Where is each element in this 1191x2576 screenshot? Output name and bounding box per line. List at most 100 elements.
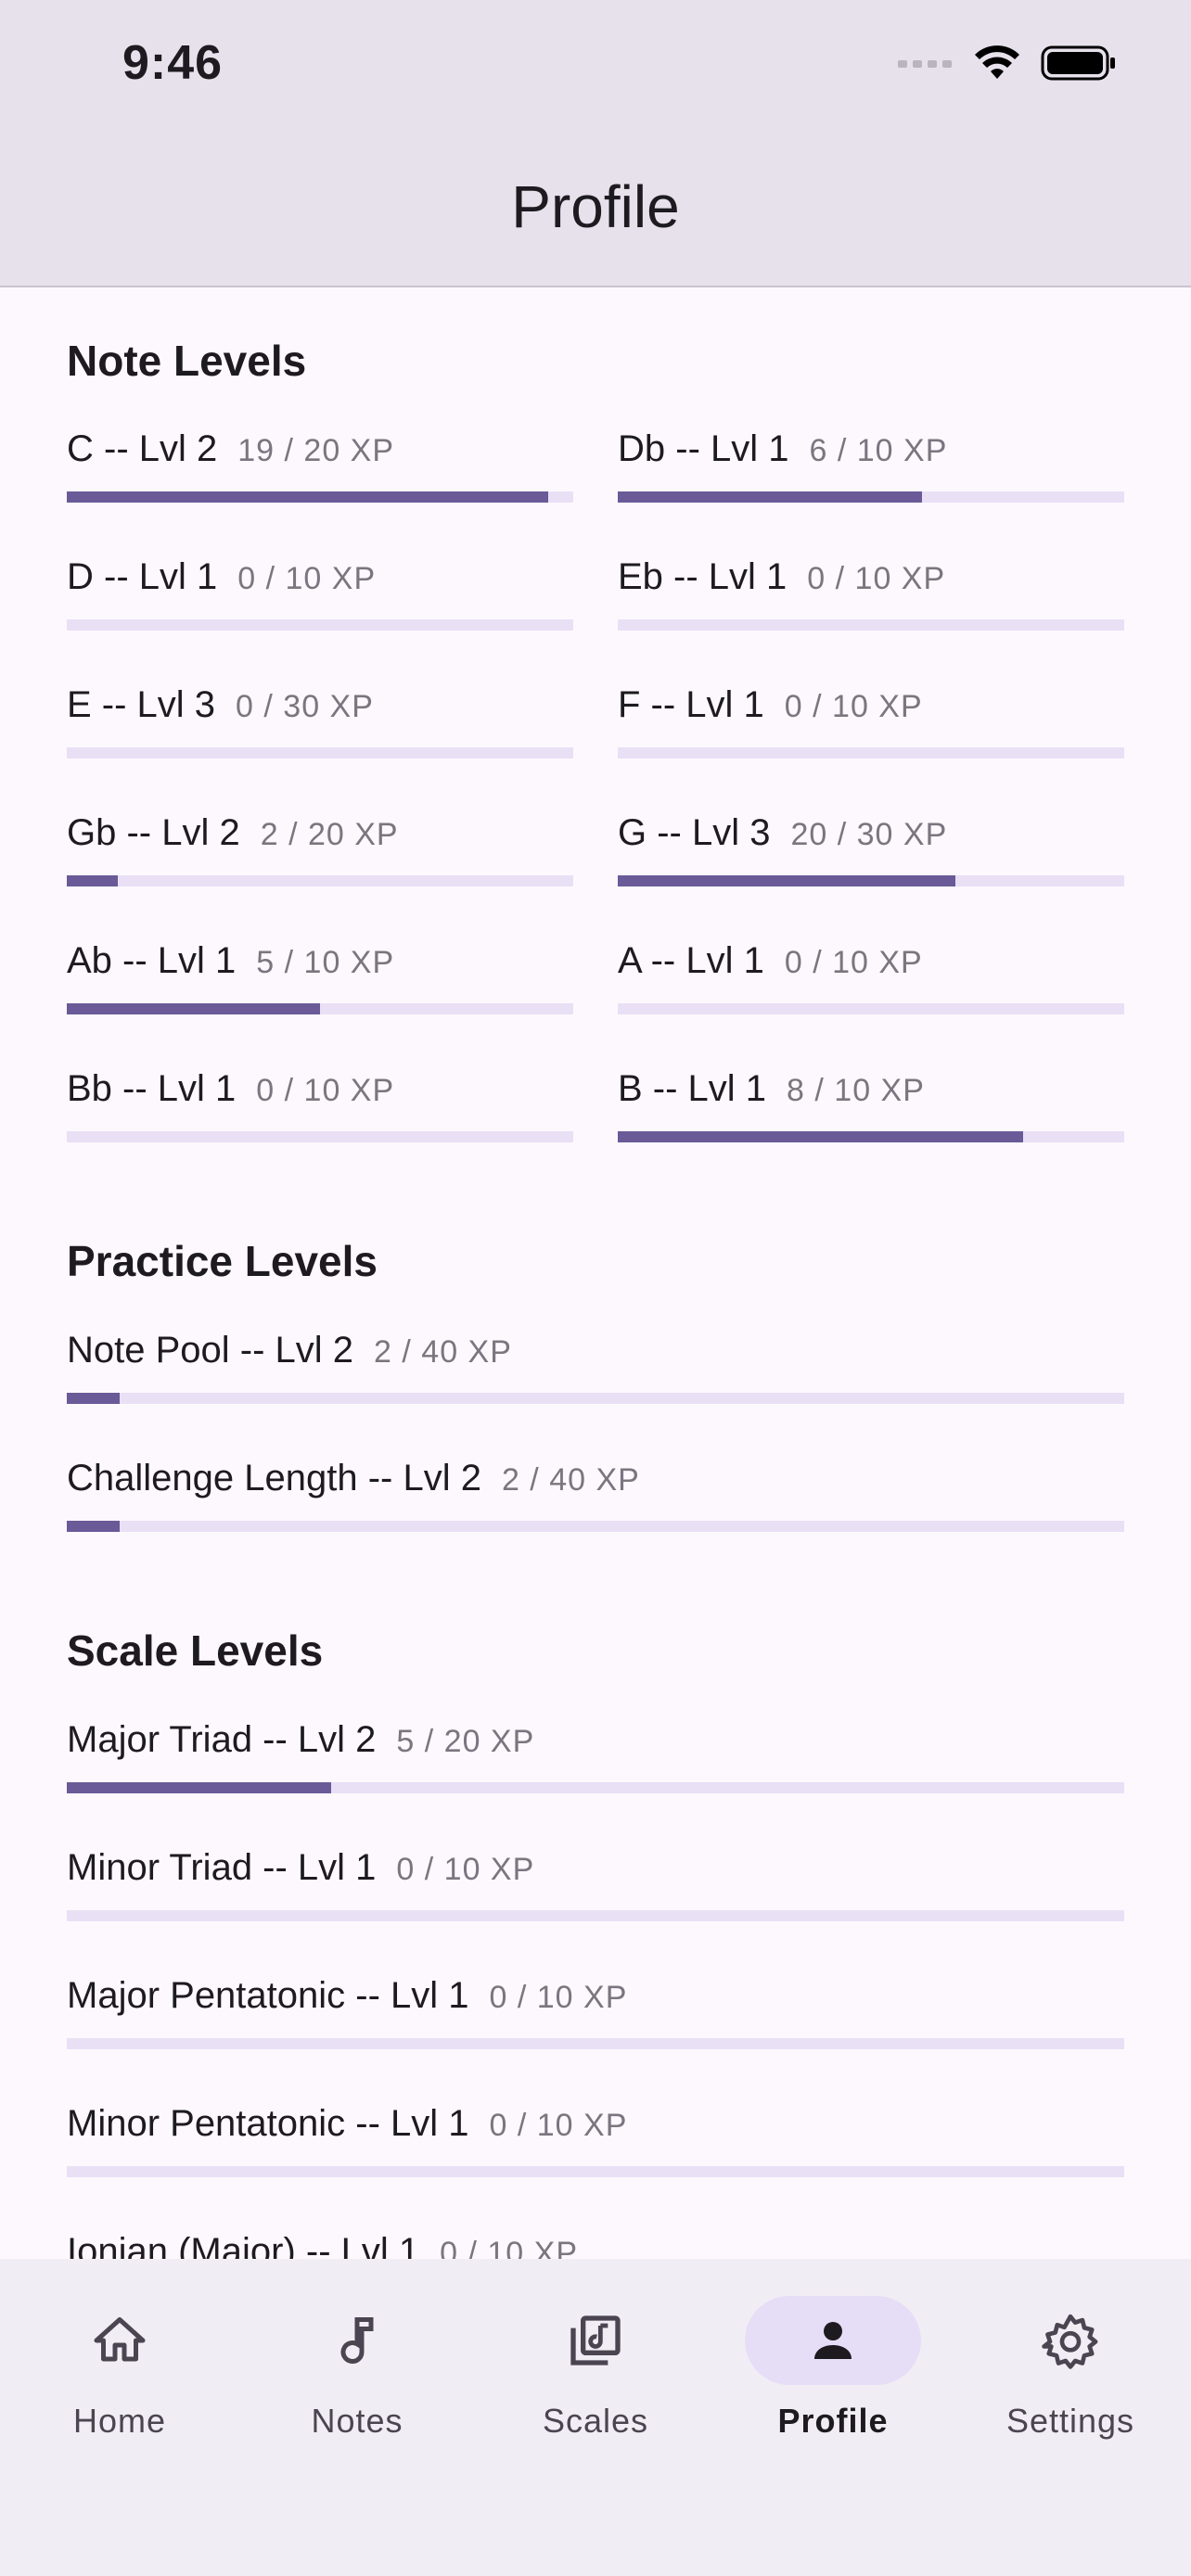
level-item: C -- Lvl 2 19 / 20 XP [67, 428, 573, 521]
level-xp: 0 / 10 XP [440, 2236, 578, 2259]
level-label: Major Pentatonic -- Lvl 1 [67, 1975, 469, 2016]
nav-notes-label: Notes [311, 2402, 403, 2440]
progress-bar [67, 2166, 1124, 2177]
level-xp: 8 / 10 XP [787, 1073, 925, 1108]
nav-profile-label: Profile [777, 2402, 889, 2440]
level-xp: 5 / 10 XP [256, 945, 395, 980]
gear-icon [1042, 2314, 1098, 2369]
level-xp: 0 / 10 XP [784, 945, 923, 980]
progress-bar [67, 2038, 1124, 2049]
nav-settings[interactable]: Settings [978, 2296, 1163, 2441]
progress-bar [67, 1782, 1124, 1793]
level-item: Gb -- Lvl 2 2 / 20 XP [67, 812, 573, 905]
app-bar: Profile [0, 139, 1191, 287]
level-item: Major Triad -- Lvl 2 5 / 20 XP [67, 1719, 1124, 1812]
level-xp: 2 / 40 XP [501, 1462, 640, 1498]
level-label: C -- Lvl 2 [67, 428, 218, 469]
nav-profile-indicator [745, 2296, 921, 2385]
level-item: A -- Lvl 1 0 / 10 XP [618, 940, 1124, 1033]
progress-bar [618, 875, 1124, 886]
profile-content[interactable]: Note Levels C -- Lvl 2 19 / 20 XP Db -- Lv… [0, 287, 1191, 2259]
nav-home-label: Home [72, 2402, 167, 2440]
level-xp: 0 / 10 XP [489, 2108, 628, 2143]
level-item: Minor Pentatonic -- Lvl 1 0 / 10 XP [67, 2103, 1124, 2196]
level-label: A -- Lvl 1 [618, 940, 764, 981]
level-label: Ab -- Lvl 1 [67, 940, 237, 981]
wifi-icon [975, 45, 1019, 79]
nav-settings-label: Settings [1005, 2402, 1135, 2440]
level-label: Bb -- Lvl 1 [67, 1068, 237, 1109]
level-item: Bb -- Lvl 1 0 / 10 XP [67, 1068, 573, 1161]
level-item: Challenge Length -- Lvl 2 2 / 40 XP [67, 1458, 1124, 1550]
level-xp: 19 / 20 XP [237, 433, 395, 468]
progress-bar [67, 747, 573, 759]
level-label: Eb -- Lvl 1 [618, 556, 788, 597]
progress-bar [67, 619, 573, 631]
level-xp: 20 / 30 XP [790, 817, 948, 852]
level-xp: 0 / 10 XP [396, 1852, 535, 1887]
cellular-signal-icon [898, 60, 952, 68]
level-item: Note Pool -- Lvl 2 2 / 40 XP [67, 1330, 1124, 1422]
progress-bar [67, 491, 573, 503]
progress-fill [67, 1003, 320, 1014]
level-xp: 0 / 30 XP [236, 689, 374, 724]
nav-notes[interactable]: Notes [264, 2296, 450, 2441]
progress-fill [618, 491, 922, 503]
level-label: E -- Lvl 3 [67, 684, 216, 725]
level-xp: 2 / 20 XP [260, 817, 399, 852]
level-item: Major Pentatonic -- Lvl 1 0 / 10 XP [67, 1975, 1124, 2068]
nav-scales[interactable]: Scales [503, 2296, 688, 2441]
bottom-navigation: Home Notes Scales Profile Settings [0, 2259, 1191, 2576]
progress-fill [67, 1782, 331, 1793]
progress-bar [67, 875, 573, 886]
level-item: F -- Lvl 1 0 / 10 XP [618, 684, 1124, 777]
level-label: F -- Lvl 1 [618, 684, 764, 725]
level-item: G -- Lvl 3 20 / 30 XP [618, 812, 1124, 905]
level-label: D -- Lvl 1 [67, 556, 218, 597]
practice-levels-title: Practice Levels [67, 1237, 378, 1285]
progress-fill [618, 1131, 1023, 1142]
note-levels-title: Note Levels [67, 337, 307, 385]
progress-bar [618, 747, 1124, 759]
level-xp: 0 / 10 XP [256, 1073, 395, 1108]
progress-bar [618, 1003, 1124, 1014]
progress-fill [67, 875, 118, 886]
level-xp: 0 / 10 XP [489, 1980, 628, 2015]
progress-bar [67, 1003, 573, 1014]
level-label: Challenge Length -- Lvl 2 [67, 1458, 481, 1498]
progress-bar [67, 1131, 573, 1142]
progress-fill [67, 1521, 120, 1532]
level-label: Db -- Lvl 1 [618, 428, 789, 469]
level-label: Minor Triad -- Lvl 1 [67, 1847, 377, 1888]
progress-bar [67, 1393, 1124, 1404]
level-label: Major Triad -- Lvl 2 [67, 1719, 377, 1760]
progress-fill [67, 1393, 120, 1404]
battery-icon [1041, 45, 1115, 81]
nav-notes-indicator [269, 2296, 445, 2385]
level-label: Ionian (Major) -- Lvl 1 [67, 2231, 420, 2259]
progress-bar [618, 491, 1124, 503]
progress-bar [618, 1131, 1124, 1142]
level-item: Minor Triad -- Lvl 1 0 / 10 XP [67, 1847, 1124, 1940]
scale-levels-title: Scale Levels [67, 1626, 324, 1675]
nav-settings-indicator [982, 2296, 1159, 2385]
nav-home[interactable]: Home [27, 2296, 212, 2441]
level-item: Ionian (Major) -- Lvl 1 0 / 10 XP [67, 2231, 1124, 2259]
music-note-icon [340, 2317, 374, 2365]
progress-bar [67, 1521, 1124, 1532]
nav-scales-indicator [507, 2296, 684, 2385]
home-icon [94, 2317, 146, 2362]
nav-profile[interactable]: Profile [740, 2296, 926, 2441]
status-icons [898, 45, 1117, 82]
level-label: Gb -- Lvl 2 [67, 812, 240, 853]
status-time: 9:46 [122, 36, 224, 90]
level-xp: 0 / 10 XP [237, 561, 377, 596]
level-xp: 0 / 10 XP [807, 561, 946, 596]
level-label: G -- Lvl 3 [618, 812, 771, 853]
progress-bar [618, 619, 1124, 631]
level-item: Db -- Lvl 1 6 / 10 XP [618, 428, 1124, 521]
status-bar: 9:46 [0, 0, 1191, 139]
level-item: Ab -- Lvl 1 5 / 10 XP [67, 940, 573, 1033]
progress-fill [67, 491, 548, 503]
library-music-icon [570, 2315, 621, 2366]
